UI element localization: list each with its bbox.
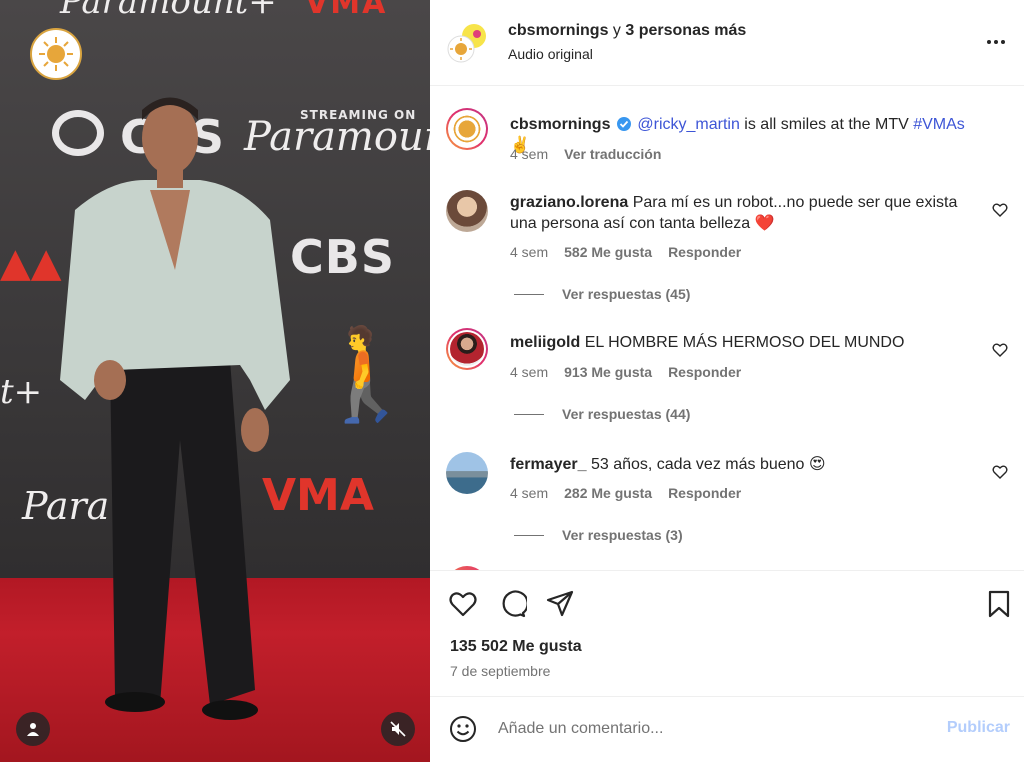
view-replies-button[interactable]: Ver respuestas (45) — [514, 286, 690, 302]
comment-input[interactable] — [498, 717, 918, 741]
likes-count[interactable]: 135 502 Me gusta — [450, 638, 582, 656]
comment-meta: 4 sem 913 Me gusta Responder — [510, 364, 741, 380]
sun-logo-icon — [39, 37, 73, 71]
comment-body: EL HOMBRE MÁS HERMOSO DEL MUNDO — [584, 334, 905, 351]
comment-body: 53 años, cada vez más bueno 😍 — [590, 456, 826, 473]
comment-username[interactable]: meliigold — [510, 334, 580, 351]
comment-like-icon[interactable] — [992, 342, 1008, 358]
comment-like-icon[interactable] — [992, 464, 1008, 480]
tagged-users-button[interactable] — [16, 712, 50, 746]
comment-meta: 4 sem 282 Me gusta Responder — [510, 485, 741, 501]
replies-divider — [514, 293, 544, 295]
share-icon[interactable] — [545, 589, 575, 619]
caption-body: is all smiles at the MTV — [739, 116, 914, 133]
dot-icon — [1001, 40, 1005, 44]
view-replies-label: Ver respuestas (3) — [562, 527, 683, 543]
post-actions: 135 502 Me gusta 7 de septiembre — [430, 570, 1024, 696]
caption-avatar[interactable] — [446, 108, 488, 150]
comments-list[interactable]: cbsmornings @ricky_martin is all smiles … — [430, 86, 1024, 570]
comment-age[interactable]: 4 sem — [510, 244, 548, 260]
mtv-figure-icon: 🚶 — [310, 322, 423, 427]
vma-logo-top: VMA — [305, 0, 388, 21]
audio-label[interactable]: Audio original — [508, 46, 593, 62]
publish-button[interactable]: Publicar — [947, 719, 1010, 737]
comment-row: fermayer_ 53 años, cada vez más bueno 😍 … — [446, 450, 1008, 550]
comment-avatar[interactable] — [446, 328, 488, 370]
like-icon[interactable] — [448, 589, 478, 619]
replies-divider — [514, 534, 544, 536]
caption-age[interactable]: 4 sem — [510, 146, 548, 162]
user-icon — [27, 723, 39, 736]
save-icon[interactable] — [984, 589, 1014, 619]
caption-mention[interactable]: @ricky_martin — [637, 116, 739, 133]
view-replies-button[interactable]: Ver respuestas (3) — [514, 527, 683, 543]
author-connector: y — [612, 22, 621, 39]
replies-divider — [514, 413, 544, 415]
comment-age[interactable]: 4 sem — [510, 485, 548, 501]
comment-username[interactable]: fermayer_ — [510, 456, 587, 473]
post-panel: cbsmornings y 3 personas más Audio origi… — [430, 0, 1024, 762]
comment-likes[interactable]: 913 Me gusta — [564, 364, 652, 380]
dot-icon — [987, 40, 991, 44]
view-replies-button[interactable]: Ver respuestas (44) — [514, 406, 690, 422]
muted-speaker-icon — [390, 721, 406, 737]
post-authors[interactable]: cbsmornings y 3 personas más — [508, 22, 746, 40]
emoji-icon[interactable] — [448, 714, 478, 744]
person-figure — [60, 97, 290, 720]
comment-row: graziano.lorena Para mí es un robot...no… — [446, 188, 1008, 308]
collab-avatars[interactable] — [446, 22, 488, 64]
post-date[interactable]: 7 de septiembre — [450, 663, 550, 679]
translate-link[interactable]: Ver traducción — [564, 146, 661, 162]
comment-avatar[interactable] — [446, 452, 488, 494]
comment-username[interactable]: graziano.lorena — [510, 194, 628, 211]
reply-button[interactable]: Responder — [668, 364, 741, 380]
comment-likes[interactable]: 582 Me gusta — [564, 244, 652, 260]
comment-avatar[interactable] — [446, 190, 488, 232]
author-username[interactable]: cbsmornings — [508, 22, 608, 39]
reply-button[interactable]: Responder — [668, 485, 741, 501]
caption-row: cbsmornings @ricky_martin is all smiles … — [446, 108, 1008, 178]
view-replies-label: Ver respuestas (45) — [562, 286, 691, 302]
post-header: cbsmornings y 3 personas más Audio origi… — [430, 0, 1024, 86]
view-replies-label: Ver respuestas (44) — [562, 406, 691, 422]
verified-badge-icon — [616, 117, 631, 131]
comment-text: fermayer_ 53 años, cada vez más bueno 😍 — [510, 454, 980, 475]
comment-icon[interactable] — [497, 589, 527, 619]
comment-likes[interactable]: 282 Me gusta — [564, 485, 652, 501]
comment-age[interactable]: 4 sem — [510, 364, 548, 380]
comment-text: graziano.lorena Para mí es un robot...no… — [510, 192, 980, 234]
mute-button[interactable] — [381, 712, 415, 746]
comment-like-icon[interactable] — [992, 202, 1008, 218]
reply-button[interactable]: Responder — [668, 244, 741, 260]
more-options-button[interactable] — [984, 30, 1008, 54]
caption-meta: 4 sem Ver traducción — [510, 146, 661, 162]
media-account-badge[interactable] — [30, 28, 82, 80]
paramount-logo: Paramount+ — [60, 0, 277, 22]
comment-composer: Publicar — [430, 696, 1024, 762]
caption-username[interactable]: cbsmornings — [510, 116, 610, 133]
caption-hashtag[interactable]: #VMAs — [913, 116, 965, 133]
comment-text: meliigold EL HOMBRE MÁS HERMOSO DEL MUND… — [510, 332, 980, 353]
post-media[interactable]: Paramount+ VMA STREAMING ON Paramount+ C… — [0, 0, 430, 762]
others-link[interactable]: 3 personas más — [625, 22, 746, 39]
comment-row: meliigold EL HOMBRE MÁS HERMOSO DEL MUND… — [446, 328, 1008, 428]
paramount-logo-3: t+ — [0, 372, 43, 412]
comment-meta: 4 sem 582 Me gusta Responder — [510, 244, 741, 260]
dot-icon — [994, 40, 998, 44]
